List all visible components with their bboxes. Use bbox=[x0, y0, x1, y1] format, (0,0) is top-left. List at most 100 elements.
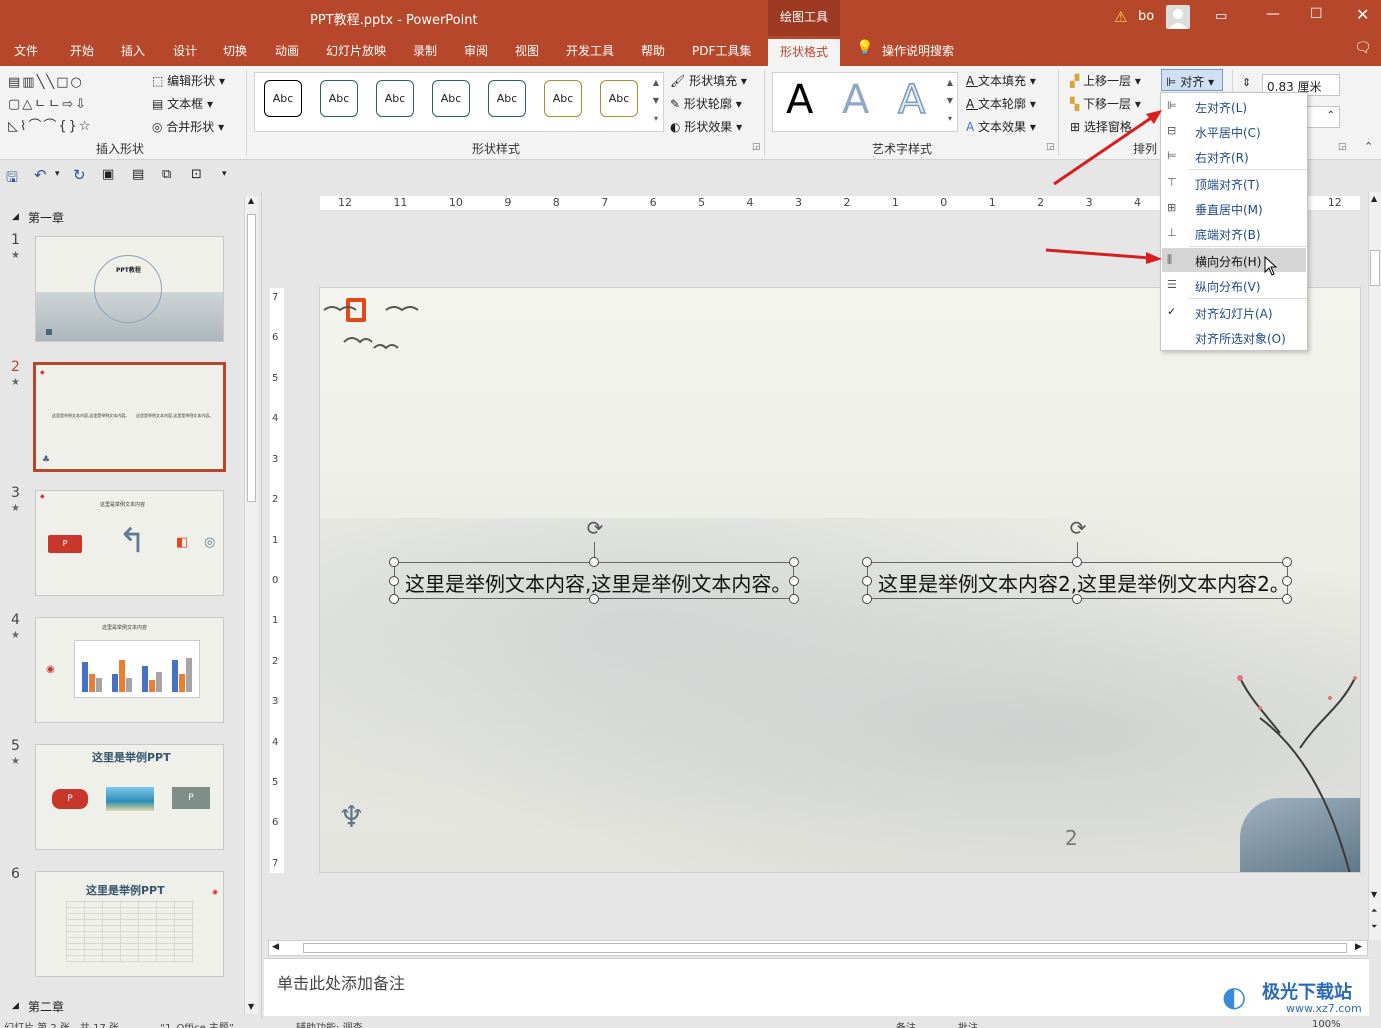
resize-handle[interactable] bbox=[1072, 594, 1082, 604]
shape-effects-button[interactable]: ◐ 形状效果 ▾ bbox=[670, 118, 742, 135]
section-collapse-icon[interactable]: ◢ bbox=[12, 212, 19, 222]
tab-slideshow[interactable]: 幻灯片放映 bbox=[326, 42, 386, 59]
text-outline-button[interactable]: A 文本轮廓 ▾ bbox=[966, 95, 1036, 112]
accessibility-status[interactable]: 辅助功能: 调查 bbox=[296, 1019, 363, 1028]
shape-style-2[interactable]: Abc bbox=[320, 80, 358, 117]
menu-item-align-right[interactable]: ⊨ 右对齐(R) bbox=[1162, 144, 1306, 168]
resize-handle[interactable] bbox=[1282, 576, 1292, 586]
scroll-thumb[interactable] bbox=[1370, 250, 1380, 286]
menu-item-align-left[interactable]: ⊫ 左对齐(L) bbox=[1162, 94, 1306, 118]
tab-view[interactable]: 视图 bbox=[515, 42, 539, 59]
dialog-launcher-icon[interactable]: ◲ bbox=[1338, 142, 1347, 152]
resize-handle[interactable] bbox=[1072, 557, 1082, 567]
wordart-style-outline[interactable]: A bbox=[897, 79, 926, 121]
menu-item-align-top[interactable]: ⊤ 顶端对齐(T) bbox=[1162, 171, 1306, 195]
collapse-ribbon-icon[interactable]: ⌃ bbox=[1364, 140, 1373, 153]
tab-animations[interactable]: 动画 bbox=[275, 42, 299, 59]
tell-me-search[interactable]: 操作说明搜索 bbox=[882, 42, 954, 59]
text-box-1-text[interactable]: 这里是举例文本内容,这里是举例文本内容。 bbox=[405, 572, 791, 596]
shape-style-4[interactable]: Abc bbox=[432, 80, 470, 117]
rotate-handle[interactable]: ⟳ bbox=[584, 518, 606, 540]
text-box-qat-icon[interactable]: ▤ bbox=[132, 167, 144, 182]
section-title[interactable]: 第二章 bbox=[28, 998, 64, 1015]
tab-home[interactable]: 开始 bbox=[70, 42, 94, 59]
resize-handle[interactable] bbox=[1282, 557, 1292, 567]
resize-handle[interactable] bbox=[389, 576, 399, 586]
tab-developer[interactable]: 开发工具 bbox=[566, 42, 614, 59]
text-box-2-text[interactable]: 这里是举例文本内容2,这里是举例文本内容2。 bbox=[878, 572, 1290, 596]
tab-record[interactable]: 录制 bbox=[413, 42, 437, 59]
notes-pane[interactable]: 单击此处添加备注 bbox=[264, 958, 1369, 1016]
comments-toggle[interactable]: 批注 bbox=[958, 1019, 978, 1028]
editor-horizontal-scrollbar[interactable]: ◀ ▶ bbox=[268, 940, 1368, 956]
rotate-handle[interactable]: ⟳ bbox=[1067, 518, 1089, 540]
resize-handle[interactable] bbox=[789, 594, 799, 604]
resize-handle[interactable] bbox=[589, 594, 599, 604]
shape-outline-button[interactable]: ✎ 形状轮廓 ▾ bbox=[670, 95, 742, 112]
scroll-down-icon[interactable]: ▼ bbox=[248, 1002, 254, 1011]
scroll-up-icon[interactable]: ▲ bbox=[1371, 194, 1377, 203]
resize-handle[interactable] bbox=[1282, 594, 1292, 604]
slide-thumbnail-1[interactable]: PPT教程 bbox=[35, 236, 224, 342]
resize-handle[interactable] bbox=[789, 557, 799, 567]
dialog-launcher-icon[interactable]: ◲ bbox=[752, 142, 761, 152]
slide-thumbnail-5[interactable]: 这里是举例PPT P P bbox=[35, 744, 224, 850]
prev-slide-icon[interactable]: ⏶ bbox=[1371, 906, 1377, 916]
menu-item-align-middle[interactable]: ⊞ 垂直居中(M) bbox=[1162, 196, 1306, 220]
align-button[interactable]: ⊫ 对齐 ▾ bbox=[1161, 69, 1223, 91]
section-collapse-icon[interactable]: ◢ bbox=[12, 1001, 19, 1011]
notes-placeholder[interactable]: 单击此处添加备注 bbox=[277, 970, 405, 994]
resize-handle[interactable] bbox=[862, 576, 872, 586]
resize-handle[interactable] bbox=[789, 576, 799, 586]
edit-shape-button[interactable]: ⬚ 编辑形状 ▾ bbox=[152, 72, 225, 89]
menu-item-distribute-vertically[interactable]: ☰ 纵向分布(V) bbox=[1162, 273, 1306, 297]
slide-thumbnail-2[interactable]: 这里是举例文本内容,这里是举例文本内容。 这里是举例文本内容,这里是举例文本内容… bbox=[33, 362, 226, 472]
notes-toggle[interactable]: 备注 bbox=[896, 1019, 916, 1028]
scroll-right-icon[interactable]: ▶ bbox=[1355, 942, 1362, 952]
tab-help[interactable]: 帮助 bbox=[641, 42, 665, 59]
slideshow-from-start-icon[interactable]: ▣ bbox=[102, 167, 114, 182]
next-slide-icon[interactable]: ⏷ bbox=[1371, 922, 1377, 932]
scroll-down-icon[interactable]: ▼ bbox=[1371, 890, 1377, 899]
present-icon[interactable]: ⧉ bbox=[162, 167, 171, 182]
close-button[interactable]: ✕ bbox=[1356, 5, 1369, 24]
wordart-gallery-scroll[interactable]: ▲ ▼ ▾ bbox=[944, 74, 956, 130]
bring-forward-button[interactable]: ▞ 上移一层 ▾ bbox=[1070, 72, 1141, 89]
menu-item-align-center[interactable]: ⊟ 水平居中(C) bbox=[1162, 119, 1306, 143]
scroll-thumb[interactable] bbox=[303, 943, 1347, 953]
resize-handle[interactable] bbox=[389, 557, 399, 567]
merge-shapes-button[interactable]: ◎ 合并形状 ▾ bbox=[152, 118, 224, 135]
scroll-left-icon[interactable]: ◀ bbox=[272, 942, 279, 952]
tab-shape-format[interactable]: 形状格式 bbox=[768, 39, 840, 66]
comments-icon[interactable]: 🗨 bbox=[1354, 40, 1372, 56]
tab-file[interactable]: 文件 bbox=[14, 42, 38, 59]
maximize-button[interactable]: ☐ bbox=[1310, 6, 1323, 22]
wordart-style-black[interactable]: A bbox=[786, 80, 813, 120]
avatar[interactable] bbox=[1166, 5, 1190, 29]
shape-fill-button[interactable]: 🖌 形状填充 ▾ bbox=[670, 72, 747, 89]
shape-style-7[interactable]: Abc bbox=[600, 80, 638, 117]
tab-review[interactable]: 审阅 bbox=[464, 42, 488, 59]
resize-handle[interactable] bbox=[862, 557, 872, 567]
undo-dropdown-icon[interactable]: ▾ bbox=[55, 169, 60, 179]
menu-item-align-selected[interactable]: 对齐所选对象(O) bbox=[1162, 325, 1306, 349]
slide-thumbnail-6[interactable]: 这里是举例PPT ◉ bbox=[35, 871, 224, 977]
tab-pdf-tools[interactable]: PDF工具集 bbox=[692, 42, 751, 59]
tab-design[interactable]: 设计 bbox=[173, 42, 197, 59]
save-icon[interactable]: 🖫 bbox=[6, 167, 18, 191]
redo-icon[interactable]: ↻ bbox=[73, 166, 86, 184]
wordart-style-blue[interactable]: A bbox=[842, 80, 869, 120]
scroll-thumb[interactable] bbox=[247, 214, 256, 502]
menu-item-distribute-horizontally[interactable]: ⫼ 横向分布(H) bbox=[1162, 248, 1306, 272]
resize-handle[interactable] bbox=[862, 594, 872, 604]
tab-transitions[interactable]: 切换 bbox=[223, 42, 247, 59]
slide-thumbnail-4[interactable]: 这里是举例文本内容 ◉ bbox=[35, 617, 224, 723]
tab-insert[interactable]: 插入 bbox=[121, 42, 145, 59]
slide-canvas[interactable]: ♆ 2 这里是举例文本内容,这里是举例文本内容。 ⟳ 这里是举例文本内容2,这里… bbox=[319, 287, 1361, 873]
resize-handle[interactable] bbox=[389, 594, 399, 604]
thumb-pane-scrollbar[interactable]: ▲ ▼ bbox=[244, 196, 258, 1014]
minimize-button[interactable]: — bbox=[1266, 6, 1280, 22]
undo-icon[interactable]: ↶ bbox=[34, 166, 47, 184]
text-effects-button[interactable]: A 文本效果 ▾ bbox=[966, 118, 1036, 135]
shapes-gallery[interactable]: ▤▥╲╲□○ ▢△ㄴㄴ⇨⇩ ◺⌇⌒⌒{}☆ bbox=[8, 72, 138, 134]
